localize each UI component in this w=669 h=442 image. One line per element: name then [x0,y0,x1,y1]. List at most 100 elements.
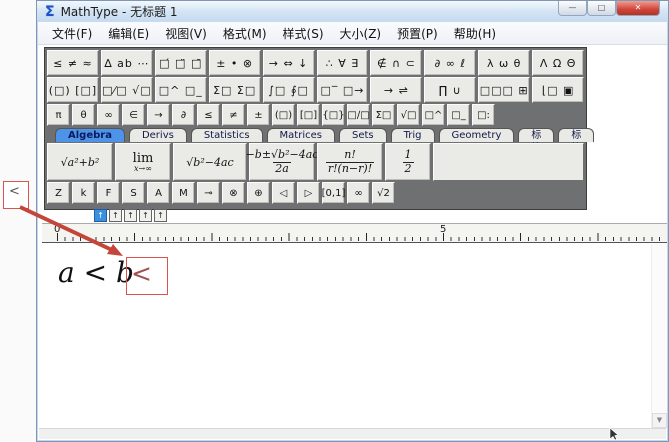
window-title: MathType - 无标题 1 [61,3,178,20]
toolbar-tab[interactable]: Geometry [439,128,515,142]
symbol-palette-button[interactable]: λ ω θ [478,50,530,76]
small-symbol-button[interactable]: θ [72,104,95,126]
ruler: 0 5 [42,223,667,243]
letter-symbol-button[interactable]: k [72,182,95,204]
template-palette-button[interactable]: → ⇌ [370,77,422,103]
window-content: ≤ ≠ ≈∆ ab ⋯□́ □̈ □̄± • ⊗→ ⇔ ↓∴ ∀ ∃∉ ∩ ⊂∂… [38,45,667,440]
letter-symbol-button[interactable]: ⊗ [222,182,245,204]
limit-stack: lim x→∞ [133,152,154,173]
letter-symbol-button[interactable]: Z [47,182,70,204]
template-palette-button[interactable]: □‾ □→ [317,77,369,103]
symbol-palette-button[interactable]: ∉ ∩ ⊂ [370,50,422,76]
small-symbol-button[interactable]: □_ [447,104,470,126]
letter-symbol-button[interactable]: F [97,182,120,204]
minimize-button[interactable]: — [558,1,587,16]
menu-item[interactable]: 预置(P) [389,23,446,44]
small-symbol-button[interactable]: □∕□ [347,104,370,126]
menu-item[interactable]: 大小(Z) [332,23,390,44]
expression-template-row: √a²+b² lim x→∞ √b²−4ac −b±√b²−4ac 2a [47,143,584,181]
letter-symbol-button[interactable]: √2 [372,182,395,204]
template-combination[interactable]: n! r!(n−r)! [317,143,383,181]
template-limit[interactable]: lim x→∞ [115,143,171,181]
symbol-palette-button[interactable]: ∆ ab ⋯ [101,50,153,76]
symbol-palette-button[interactable]: ∂ ∞ ℓ [424,50,476,76]
template-palette-button[interactable]: □□□ ⊞ [478,77,530,103]
small-symbol-button[interactable]: Σ□ [372,104,395,126]
menu-item[interactable]: 格式(M) [215,23,275,44]
template-one-half[interactable]: 1 2 [385,143,431,181]
maximize-button[interactable]: □ [587,1,616,16]
limit-top: lim [133,152,154,165]
dock-arrow-button[interactable]: ↑ [109,209,122,222]
insertion-slot-box[interactable]: < [126,257,168,295]
template-palette-button[interactable]: □^ □_ [155,77,207,103]
letter-symbol-button[interactable]: ⊸ [197,182,220,204]
dock-arrow-button[interactable]: ↑ [94,209,107,222]
toolbar-tab[interactable]: Trig [391,128,435,142]
letter-symbol-button[interactable]: ▷ [297,182,320,204]
template-palette-button[interactable]: (□) [□] [47,77,99,103]
symbol-palette-button[interactable]: ≤ ≠ ≈ [47,50,99,76]
template-palette-button[interactable]: □⁄□ √□ [101,77,153,103]
menu-item[interactable]: 文件(F) [44,23,100,44]
letter-symbol-button[interactable]: ◁ [272,182,295,204]
small-symbol-button[interactable]: □: [472,104,495,126]
symbol-palette-button[interactable]: □́ □̈ □̄ [155,50,207,76]
letter-symbol-button[interactable]: ∞ [347,182,370,204]
scroll-down-arrow-icon[interactable]: ▼ [652,413,667,428]
small-symbol-button[interactable]: ∞ [97,104,120,126]
fraction: n! r!(n−r)! [326,149,374,175]
template-palette-button[interactable]: ∏ ∪ [424,77,476,103]
ruler-major-ticks [57,233,665,241]
toolbar-tab[interactable]: Algebra [55,128,125,142]
symbol-palette-button[interactable]: ∴ ∀ ∃ [317,50,369,76]
toolbar-tab[interactable]: Matrices [267,128,335,142]
toolbar-tab[interactable]: Sets [339,128,387,142]
small-symbol-button[interactable]: √□ [397,104,420,126]
toolbar-tab[interactable]: Derivs [129,128,187,142]
template-palette-button[interactable]: ∫□ ∮□ [263,77,315,103]
toolbar-tab[interactable]: Statistics [191,128,263,142]
letter-symbol-button[interactable]: [0,1] [322,182,345,204]
letter-symbol-button[interactable]: A [147,182,170,204]
template-sqrt-a2-b2[interactable]: √a²+b² [47,143,113,181]
symbol-palette-button[interactable]: → ⇔ ↓ [263,50,315,76]
small-symbol-button[interactable]: ± [247,104,270,126]
letter-symbol-button[interactable]: S [122,182,145,204]
template-discriminant[interactable]: √b²−4ac [173,143,247,181]
small-symbol-button[interactable]: (□) [272,104,295,126]
menu-item[interactable]: 视图(V) [157,23,215,44]
fraction: −b±√b²−4ac 2a [246,149,319,175]
menu-item[interactable]: 编辑(E) [100,23,157,44]
dock-arrow-button[interactable]: ↑ [139,209,152,222]
template-label: √b²−4ac [186,156,233,169]
dock-arrow-button[interactable]: ↑ [154,209,167,222]
template-palette-button[interactable]: ⌊□ ▣ [532,77,584,103]
toolbar-tab[interactable]: 标签 8 [518,128,554,142]
letter-symbol-button[interactable]: M [172,182,195,204]
letter-symbol-button[interactable]: ⊕ [247,182,270,204]
menu-item[interactable]: 帮助(H) [446,23,504,44]
template-palette-button[interactable]: Σ□ Σ□ [209,77,261,103]
small-symbol-button[interactable]: ≤ [197,104,220,126]
small-symbol-button[interactable]: ≠ [222,104,245,126]
dock-arrow-button[interactable]: ↑ [124,209,137,222]
small-symbol-button[interactable]: □^ [422,104,445,126]
vertical-scrollbar[interactable]: ▼ [651,244,667,428]
small-symbol-button[interactable]: [□] [297,104,320,126]
toolbar-tab[interactable]: 标签 9 [558,128,594,142]
menu-item[interactable]: 样式(S) [275,23,332,44]
letter-symbol-row: ZkFSAM⊸⊗⊕◁▷[0,1]∞√2 [47,182,584,204]
symbol-palette-button[interactable]: ± • ⊗ [209,50,261,76]
small-symbol-button[interactable]: {□} [322,104,345,126]
window-bottom-strip [39,428,666,439]
small-symbol-button[interactable]: ∂ [172,104,195,126]
close-button[interactable]: ✕ [616,1,660,16]
toolbar-dock-buttons: ↑↑↑↑↑ [94,209,167,222]
small-symbol-button[interactable]: → [147,104,170,126]
equation-canvas[interactable]: a < b < ▼ [40,244,667,428]
small-symbol-button[interactable]: ∈ [122,104,145,126]
symbol-palette-button[interactable]: Λ Ω Θ [532,50,584,76]
template-quadratic-formula[interactable]: −b±√b²−4ac 2a [249,143,315,181]
small-symbol-button[interactable]: π [47,104,70,126]
